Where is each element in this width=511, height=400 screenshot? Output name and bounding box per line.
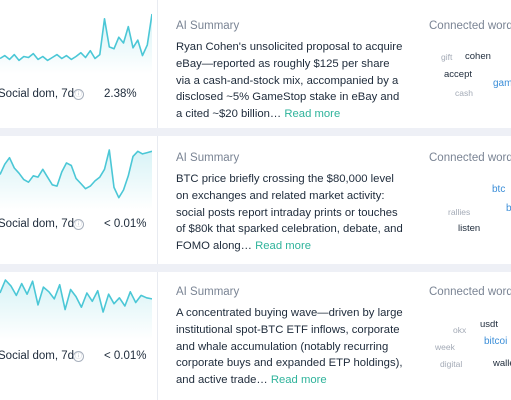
connected-word[interactable]: cash [455, 88, 473, 98]
summary-text: BTC price briefly crossing the $80,000 l… [176, 171, 404, 255]
read-more-link[interactable]: Read more [255, 240, 311, 252]
connected-word[interactable]: bitcoi [484, 336, 507, 347]
connected-word[interactable]: gift [441, 52, 452, 62]
divider [157, 0, 158, 128]
summary-title: AI Summary [176, 20, 240, 32]
sparkline-chart [0, 148, 152, 210]
connected-words-title: Connected words [429, 286, 511, 298]
metric-label: Social dom, 7d [0, 350, 75, 362]
metric-value: 2.38% [104, 88, 137, 100]
summary-title: AI Summary [176, 152, 240, 164]
info-icon[interactable]: ⓘ [73, 89, 84, 100]
sparkline-area [0, 150, 152, 210]
sparkline-area [0, 14, 152, 74]
connected-word[interactable]: b [506, 203, 511, 214]
connected-words-title: Connected words [429, 152, 511, 164]
sparkline-chart [0, 12, 152, 74]
metric-label: Social dom, 7d [0, 218, 75, 230]
connected-word[interactable]: gam [493, 78, 511, 89]
info-icon[interactable]: ⓘ [73, 351, 84, 362]
connected-word[interactable]: digital [440, 359, 462, 369]
sparkline-area [0, 280, 152, 340]
summary-title: AI Summary [176, 286, 240, 298]
trend-row: Social dom, 7d ⓘ 2.38% AI Summary Ryan C… [0, 0, 511, 128]
read-more-link[interactable]: Read more [284, 108, 340, 120]
sparkline-chart [0, 278, 152, 340]
trend-row: Social dom, 7d ⓘ < 0.01% AI Summary BTC … [0, 136, 511, 264]
connected-word[interactable]: cohen [465, 51, 491, 62]
connected-word[interactable]: accept [444, 69, 472, 80]
connected-word[interactable]: okx [453, 325, 466, 335]
info-icon[interactable]: ⓘ [73, 219, 84, 230]
connected-word[interactable]: usdt [480, 319, 498, 330]
read-more-link[interactable]: Read more [271, 374, 327, 386]
connected-word[interactable]: week [435, 342, 455, 352]
connected-word[interactable]: walle [493, 358, 511, 369]
connected-word[interactable]: listen [458, 223, 480, 234]
summary-text: A concentrated buying wave—driven by lar… [176, 305, 404, 389]
social-trends-list: Social dom, 7d ⓘ 2.38% AI Summary Ryan C… [0, 0, 511, 400]
connected-words-title: Connected words [429, 20, 511, 32]
connected-word[interactable]: btc [492, 184, 505, 195]
trend-row: Social dom, 7d ⓘ < 0.01% AI Summary A co… [0, 272, 511, 400]
divider [157, 136, 158, 264]
divider [157, 272, 158, 400]
metric-value: < 0.01% [104, 218, 147, 230]
metric-value: < 0.01% [104, 350, 147, 362]
connected-word[interactable]: rallies [448, 207, 470, 217]
metric-label: Social dom, 7d [0, 88, 75, 100]
summary-text: Ryan Cohen's unsolicited proposal to acq… [176, 39, 404, 123]
